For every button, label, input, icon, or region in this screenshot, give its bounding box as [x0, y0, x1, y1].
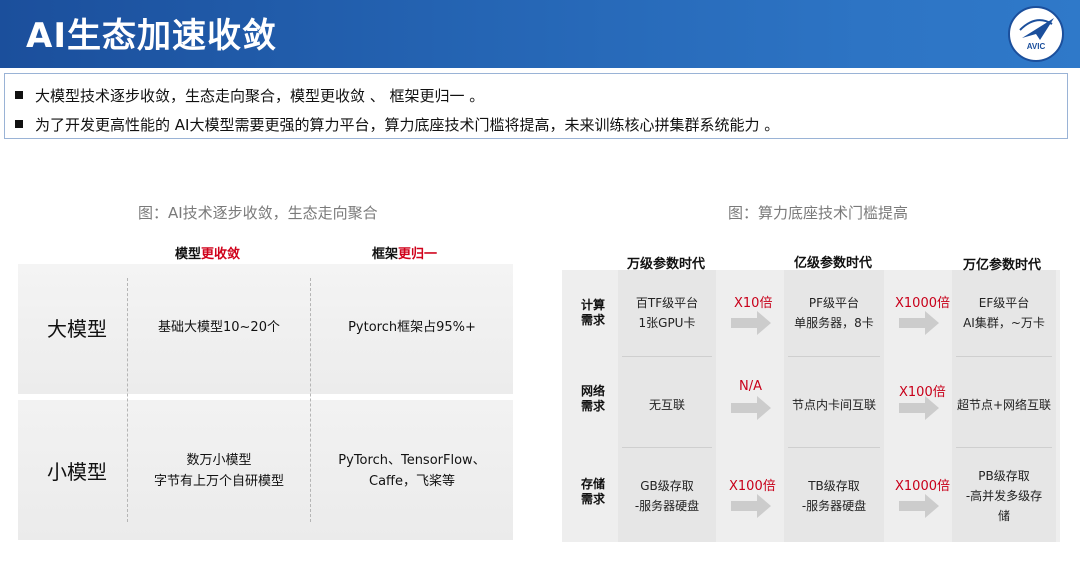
compute-cell: PF级平台单服务器，8卡: [784, 293, 884, 333]
right-arrow-icon: [899, 396, 939, 420]
cell-line: 无互联: [648, 398, 685, 412]
header-red-text: 更收敛: [201, 247, 241, 262]
storage-cell: TB级存取 -服务器硬盘: [784, 476, 884, 516]
row-label-small-model: 小模型: [47, 460, 107, 484]
network-cell: 节点内卡间互联: [784, 395, 884, 415]
growth-multiplier: N/A: [739, 379, 762, 394]
cell-line: 单服务器，8卡: [794, 316, 874, 330]
row-separator: [788, 447, 880, 448]
cell-line: PyTorch、TensorFlow、: [338, 453, 486, 468]
small-model-framework: PyTorch、TensorFlow、 Caffe，飞桨等: [318, 450, 506, 492]
column-divider: [310, 278, 311, 522]
bullet-text: 为了开发更高性能的 AI大模型需要更强的算力平台，算力底座技术门槛将提高，未来训…: [35, 116, 780, 134]
large-model-framework: Pytorch框架占95%+: [318, 317, 506, 338]
cell-line: -高并发多级存: [965, 489, 1043, 503]
right-arrow-icon: [899, 494, 939, 518]
era-header: 万级参数时代: [627, 257, 706, 272]
row-header-line: 网络: [580, 384, 605, 398]
row-header-network: 网络 需求: [578, 384, 608, 414]
row-header-line: 需求: [580, 313, 605, 327]
compute-cell: 百TF级平台 1张GPU卡: [618, 293, 716, 333]
growth-multiplier: X10倍: [734, 296, 773, 311]
row-label-large-model: 大模型: [47, 317, 107, 341]
cell-line: Caffe，飞桨等: [369, 474, 455, 489]
logo-text: AVIC: [1026, 42, 1046, 51]
cell-line: PF级平台: [808, 296, 860, 310]
right-arrow-icon: [731, 396, 771, 420]
square-bullet-icon: [15, 120, 23, 128]
bullet-text: 大模型技术逐步收敛，生态走向聚合，模型更收敛 、 框架更归一 。: [35, 87, 485, 105]
cell-line: 储: [997, 509, 1010, 523]
right-arrow-icon: [899, 311, 939, 335]
cell-line: 字节有上万个自研模型: [153, 474, 284, 489]
avic-logo: AVIC: [1008, 6, 1064, 62]
right-arrow-icon: [731, 494, 771, 518]
cell-line: TB级存取: [808, 479, 860, 493]
cell-line: 节点内卡间互联: [791, 398, 876, 412]
bullet-box: 大模型技术逐步收敛，生态走向聚合，模型更收敛 、 框架更归一 。 为了开发更高性…: [4, 73, 1068, 139]
plane-icon: [1019, 18, 1054, 40]
compute-cell: EF级平台 AI集群，~万卡: [952, 293, 1056, 333]
right-arrow-icon: [731, 311, 771, 335]
bullet-item: 为了开发更高性能的 AI大模型需要更强的算力平台，算力底座技术门槛将提高，未来训…: [15, 114, 779, 135]
header-black-text: 框架: [372, 247, 399, 262]
era-header: 亿级参数时代: [794, 256, 873, 271]
cell-line: 数万小模型: [186, 453, 252, 468]
row-separator: [622, 447, 712, 448]
cell-line: 基础大模型10~20个: [158, 320, 280, 335]
small-model-count: 数万小模型字节有上万个自研模型: [135, 450, 303, 492]
storage-cell: PB级存取 -高并发多级存储: [952, 466, 1056, 526]
header-black-text: 模型: [175, 247, 202, 262]
title-banner: AI生态加速收敛 AVIC: [0, 0, 1080, 68]
row-separator: [956, 447, 1052, 448]
row-header-storage: 存储 需求: [578, 477, 608, 507]
cell-line: PB级存取: [978, 469, 1030, 483]
bullet-item: 大模型技术逐步收敛，生态走向聚合，模型更收敛 、 框架更归一 。: [15, 85, 484, 106]
growth-multiplier: X1000倍: [895, 296, 950, 311]
large-model-count: 基础大模型10~20个: [135, 317, 303, 338]
network-cell: 无互联: [618, 395, 716, 415]
left-figure-caption: 图：AI技术逐步收敛，生态走向聚合: [138, 204, 378, 222]
cell-line: GB级存取: [640, 479, 694, 493]
network-cell: 超节点+网络互联: [952, 395, 1056, 415]
cell-line: AI集群，~万卡: [963, 316, 1045, 330]
cell-line: EF级平台: [978, 296, 1030, 310]
header-red-text: 更归一: [398, 247, 438, 262]
square-bullet-icon: [15, 91, 23, 99]
framework-column-header: 框架更归一: [372, 243, 437, 262]
row-header-compute: 计算 需求: [578, 298, 608, 328]
row-header-line: 计算: [580, 298, 605, 312]
era-header: 万亿参数时代: [963, 258, 1042, 273]
page-title: AI生态加速收敛: [26, 16, 277, 56]
growth-multiplier: X100倍: [729, 479, 776, 494]
row-separator: [956, 356, 1052, 357]
model-column-header: 模型更收敛: [175, 243, 240, 262]
growth-multiplier: X1000倍: [895, 479, 950, 494]
row-header-line: 需求: [580, 399, 605, 413]
column-divider: [127, 278, 128, 522]
cell-line: 1张GPU卡: [638, 316, 696, 330]
row-header-line: 需求: [580, 492, 605, 506]
right-figure-caption: 图：算力底座技术门槛提高: [728, 204, 909, 222]
cell-line: -服务器硬盘: [634, 499, 700, 513]
cell-line: 超节点+网络互联: [956, 398, 1052, 412]
row-separator: [788, 356, 880, 357]
cell-line: -服务器硬盘: [801, 499, 867, 513]
row-separator: [622, 356, 712, 357]
cell-line: 百TF级平台: [635, 296, 699, 310]
cell-line: Pytorch框架占95%+: [348, 320, 476, 335]
row-header-line: 存储: [580, 477, 605, 491]
storage-cell: GB级存取 -服务器硬盘: [618, 476, 716, 516]
